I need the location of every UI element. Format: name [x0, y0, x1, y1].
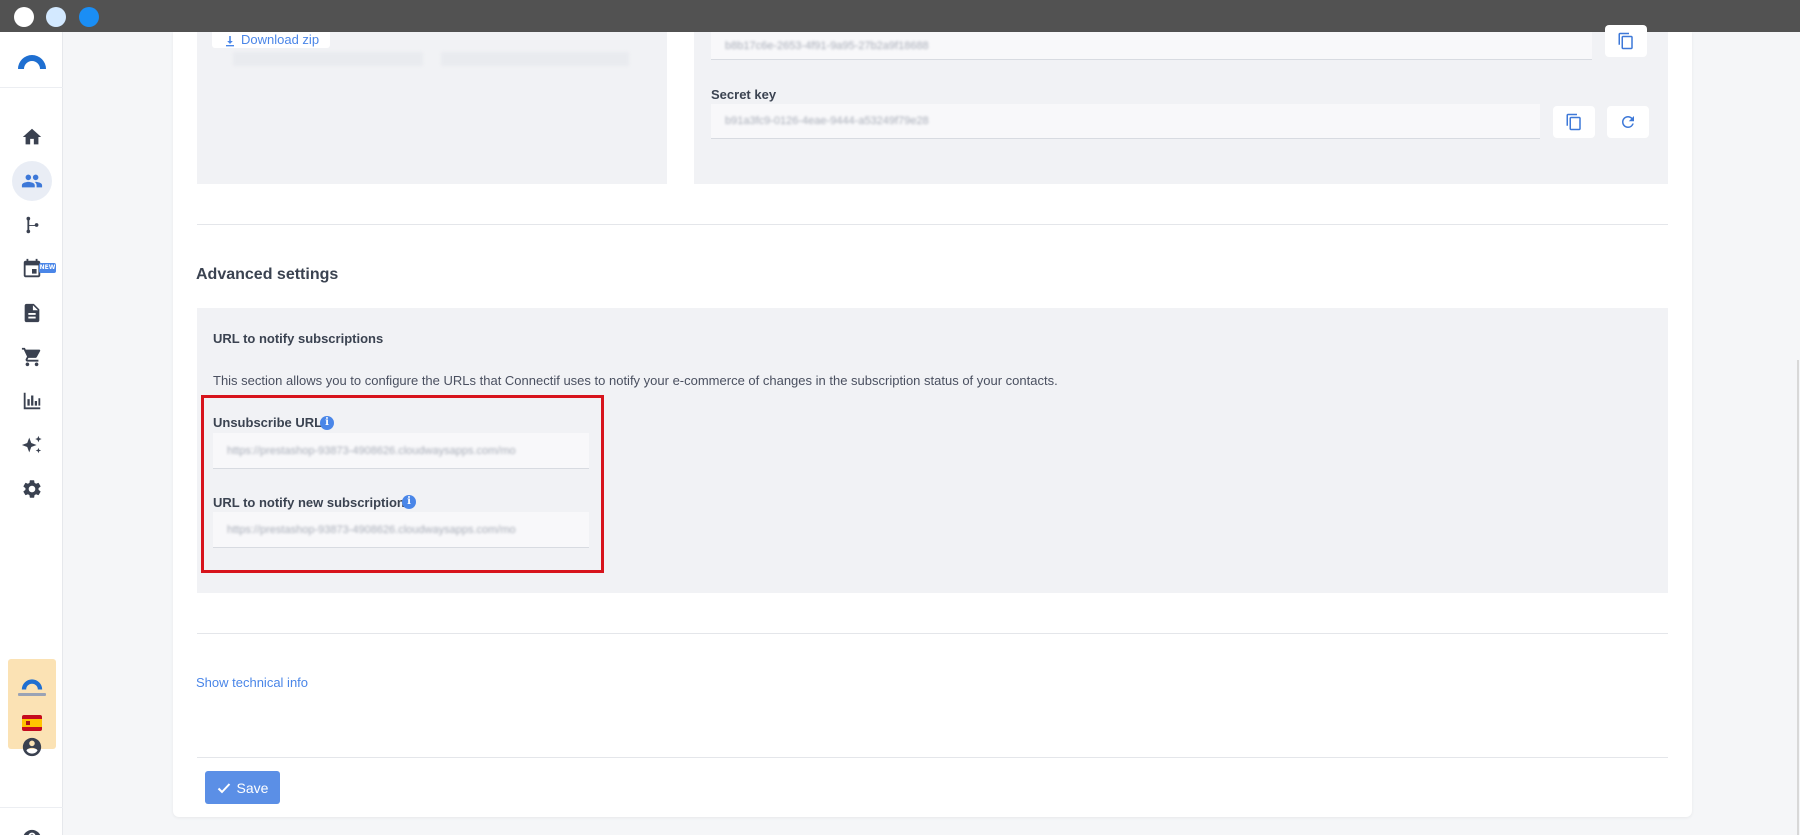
check-icon: [217, 782, 230, 793]
sidebar-item-reports[interactable]: [12, 381, 52, 421]
account-logo-icon: [21, 679, 43, 690]
scrollbar-edge[interactable]: [1797, 360, 1799, 835]
section-divider: [197, 224, 1668, 225]
show-technical-info-link[interactable]: Show technical info: [196, 675, 308, 690]
copy-secret-key-button[interactable]: [1553, 106, 1595, 138]
contacts-icon: [21, 174, 43, 188]
sidebar: NEW: [0, 32, 63, 835]
new-badge: NEW: [39, 263, 56, 273]
refresh-icon: [1622, 116, 1634, 128]
save-button-label: Save: [236, 779, 269, 796]
footer-divider: [197, 757, 1668, 758]
connectif-logo[interactable]: [16, 49, 48, 71]
sidebar-item-settings[interactable]: [12, 469, 52, 509]
sidebar-item-profile[interactable]: [12, 727, 52, 767]
download-zip-label: Download zip: [241, 32, 320, 47]
sidebar-divider-bottom: [0, 807, 63, 808]
document-icon: [24, 303, 40, 323]
regenerate-secret-key-button[interactable]: [1607, 106, 1649, 138]
sidebar-item-store[interactable]: [12, 337, 52, 377]
cart-icon: [21, 347, 41, 367]
download-zip-button[interactable]: Download zip: [212, 32, 330, 48]
notify-subscriptions-title: URL to notify subscriptions: [213, 331, 384, 346]
copy-client-id-button[interactable]: [1605, 25, 1647, 57]
client-id-field[interactable]: b8b17c6e-2653-4f91-9a95-27b2a9f18688: [711, 32, 1592, 60]
sidebar-item-home[interactable]: [12, 117, 52, 157]
blurred-text: [233, 52, 423, 66]
blurred-text: [441, 52, 629, 66]
sparkles-icon: [21, 435, 42, 454]
notify-subscriptions-description: This section allows you to configure the…: [213, 373, 1058, 388]
help-icon: [23, 829, 41, 835]
advanced-settings-title: Advanced settings: [196, 266, 339, 283]
account-name-placeholder: [18, 693, 46, 696]
sidebar-item-documents[interactable]: [12, 293, 52, 333]
secret-key-field[interactable]: b91a3fc9-0126-4eae-9444-a53249f79e28: [711, 104, 1540, 139]
section-divider: [197, 633, 1668, 634]
workflow-icon: [26, 216, 39, 234]
copy-icon: [1618, 32, 1633, 50]
window-close-button[interactable]: [14, 7, 34, 27]
home-icon: [22, 128, 42, 145]
download-icon: [224, 34, 236, 47]
save-button[interactable]: Save: [205, 771, 280, 804]
window-minimize-button[interactable]: [46, 7, 66, 27]
highlight-annotation-box: [201, 395, 604, 573]
window-maximize-button[interactable]: [79, 7, 99, 27]
sidebar-item-help[interactable]: [12, 819, 52, 835]
sidebar-item-ai[interactable]: [12, 425, 52, 465]
window-titlebar: [0, 0, 1800, 32]
gear-icon: [23, 480, 41, 498]
chart-icon: [23, 392, 41, 410]
copy-icon: [1566, 113, 1581, 131]
sidebar-item-workflows[interactable]: [12, 205, 52, 245]
user-icon: [22, 737, 42, 757]
sidebar-item-contacts[interactable]: [12, 161, 52, 201]
sidebar-divider: [0, 87, 63, 88]
secret-key-value: b91a3fc9-0126-4eae-9444-a53249f79e28: [725, 115, 929, 127]
client-id-value: b8b17c6e-2653-4f91-9a95-27b2a9f18688: [725, 39, 929, 52]
secret-key-label: Secret key: [711, 87, 777, 102]
